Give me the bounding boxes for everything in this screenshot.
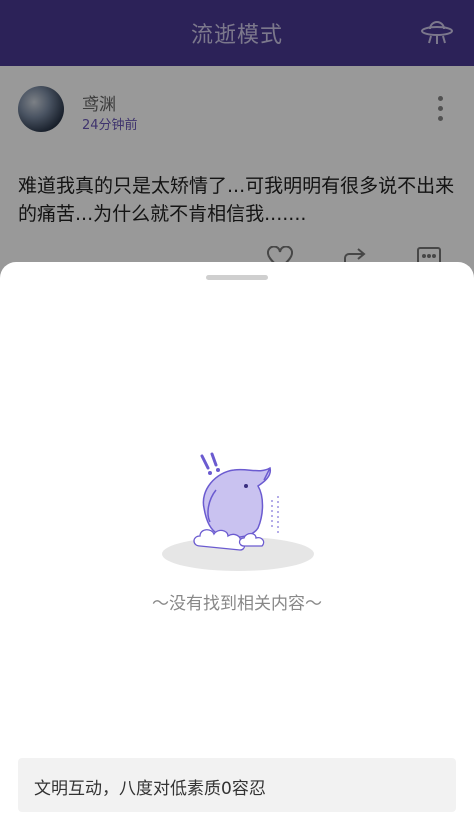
comments-sheet: 〜没有找到相关内容〜 文明互动，八度对低素质0容忍 [0,262,474,815]
anteater-empty-illustration [162,452,314,571]
empty-state-text: 〜没有找到相关内容〜 [152,594,322,614]
drag-handle[interactable] [206,275,268,280]
comment-placeholder: 文明互动，八度对低素质0容忍 [34,779,266,799]
comment-input[interactable]: 文明互动，八度对低素质0容忍 [18,758,456,812]
